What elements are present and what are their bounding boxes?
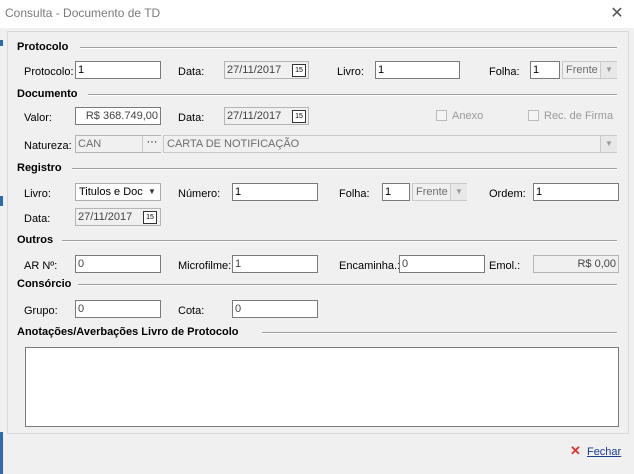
close-icon: ✕ — [570, 443, 581, 458]
chevron-down-icon[interactable]: ▼ — [144, 184, 160, 200]
registro-livro-value: Titulos e Doc — [79, 186, 143, 198]
microfilme-label: Microfilme: — [178, 260, 232, 272]
protocolo-date-value: 27/11/2017 — [227, 64, 282, 76]
registro-numero-label: Número: — [178, 188, 221, 200]
fechar-label: Fechar — [586, 446, 622, 458]
natureza-code-value: CAN — [78, 138, 102, 150]
emol-value: R$ 0,00 — [577, 258, 616, 270]
calendar-icon[interactable]: 15 — [292, 110, 306, 123]
grupo-input[interactable]: 0 — [75, 300, 161, 318]
fechar-button[interactable]: ✕ Fechar — [570, 443, 621, 459]
documento-data-label: Data: — [178, 112, 205, 124]
microfilme-input[interactable]: 1 — [232, 255, 318, 273]
close-icon[interactable]: ✕ — [606, 3, 628, 25]
protocolo-input[interactable]: 1 — [75, 61, 161, 79]
protocolo-livro-label: Livro: — [337, 66, 364, 78]
emol-field[interactable]: R$ 0,00 — [533, 255, 619, 273]
emol-label: Emol.: — [489, 260, 521, 272]
calendar-icon[interactable]: 15 — [292, 64, 306, 77]
background-edge — [0, 196, 3, 206]
registro-ordem-label: Ordem: — [489, 188, 526, 200]
ellipsis-icon[interactable]: ··· — [142, 136, 161, 152]
registro-date-value: 27/11/2017 — [78, 211, 133, 223]
encaminha-label: Encaminha.: — [339, 260, 401, 272]
divider — [88, 94, 617, 96]
chevron-down-icon[interactable]: ▼ — [450, 184, 467, 200]
encaminha-input[interactable]: 0 — [399, 255, 485, 273]
divider — [78, 284, 617, 286]
natureza-desc-select[interactable]: CARTA DE NOTIFICAÇÃO — [163, 135, 617, 153]
divider — [72, 168, 617, 170]
rec-firma-checkbox[interactable] — [528, 110, 539, 121]
section-consorcio: Consórcio — [17, 278, 72, 290]
natureza-desc-value: CARTA DE NOTIFICAÇÃO — [167, 138, 300, 150]
divider — [262, 332, 617, 334]
registro-numero-input[interactable]: 1 — [232, 183, 318, 201]
registro-ordem-input[interactable]: 1 — [533, 183, 619, 201]
cota-input[interactable]: 0 — [232, 300, 318, 318]
registro-livro-label: Livro: — [24, 188, 51, 200]
protocolo-livro-input[interactable]: 1 — [375, 61, 460, 79]
ar-label: AR Nº: — [24, 260, 58, 272]
calendar-icon[interactable]: 15 — [143, 211, 157, 224]
chevron-down-icon[interactable]: ▼ — [600, 62, 617, 78]
registro-folha-side-value: Frente — [416, 186, 448, 198]
registro-folha-input[interactable]: 1 — [382, 183, 410, 201]
section-protocolo: Protocolo — [17, 41, 69, 53]
ar-input[interactable]: 0 — [75, 255, 161, 273]
valor-input[interactable]: R$ 368.749,00 — [75, 107, 161, 125]
protocolo-label: Protocolo: — [24, 66, 74, 78]
documento-date-value: 27/11/2017 — [227, 110, 282, 122]
registro-folha-label: Folha: — [339, 188, 370, 200]
window-title: Consulta - Documento de TD — [5, 6, 161, 20]
valor-label: Valor: — [24, 112, 52, 124]
background-edge — [0, 432, 3, 474]
grupo-label: Grupo: — [24, 305, 58, 317]
protocolo-folha-label: Folha: — [489, 66, 520, 78]
title-bar: Consulta - Documento de TD ✕ — [0, 0, 634, 28]
background-edge — [0, 40, 3, 46]
natureza-label: Natureza: — [24, 140, 72, 152]
section-anotacoes: Anotações/Averbações Livro de Protocolo — [17, 326, 239, 338]
anexo-checkbox[interactable] — [436, 110, 447, 121]
anotacoes-textarea[interactable] — [25, 347, 619, 427]
chevron-down-icon[interactable]: ▼ — [600, 136, 617, 152]
protocolo-folha-side-value: Frente — [566, 64, 598, 76]
section-outros: Outros — [17, 234, 54, 246]
protocolo-folha-input[interactable]: 1 — [530, 61, 560, 79]
section-documento: Documento — [17, 88, 78, 100]
protocolo-data-label: Data: — [178, 66, 205, 78]
anexo-label: Anexo — [452, 110, 484, 122]
divider — [80, 47, 617, 49]
registro-data-label: Data: — [24, 213, 51, 225]
section-registro: Registro — [17, 162, 62, 174]
cota-label: Cota: — [178, 305, 205, 317]
rec-firma-label: Rec. de Firma — [544, 110, 614, 122]
divider — [62, 240, 617, 242]
